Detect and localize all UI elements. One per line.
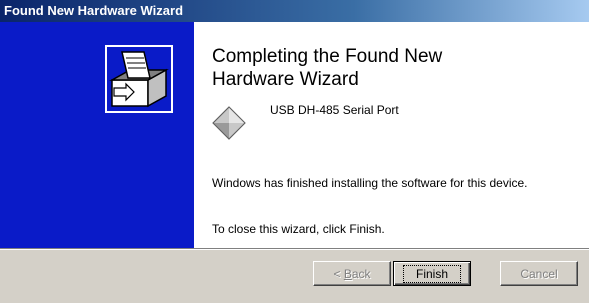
heading-line-2: Hardware Wizard	[212, 69, 359, 90]
page-heading: Completing the Found New Hardware Wizard	[212, 45, 582, 91]
cancel-button[interactable]: Cancel	[500, 261, 578, 286]
device-name: USB DH-485 Serial Port	[270, 103, 399, 117]
back-button[interactable]: < Back	[313, 261, 391, 286]
window-title: Found New Hardware Wizard	[4, 3, 184, 18]
wizard-sidebar	[0, 22, 194, 248]
button-separator	[0, 248, 589, 250]
finished-message: Windows has finished installing the soft…	[212, 176, 528, 190]
close-instruction: To close this wizard, click Finish.	[212, 222, 385, 236]
finish-label: Finish	[402, 264, 461, 283]
hardware-diamond-icon	[212, 106, 246, 140]
wizard-content: Completing the Found New Hardware Wizard…	[0, 22, 589, 248]
back-prefix: <	[333, 266, 344, 281]
cancel-label: Cancel	[520, 266, 558, 281]
heading-line-1: Completing the Found New	[212, 46, 443, 67]
back-accelerator: B	[343, 266, 352, 281]
back-rest: ack	[351, 266, 371, 281]
finish-button[interactable]: Finish	[393, 261, 471, 286]
title-bar[interactable]: Found New Hardware Wizard	[0, 0, 589, 22]
hardware-wizard-icon	[105, 45, 173, 113]
